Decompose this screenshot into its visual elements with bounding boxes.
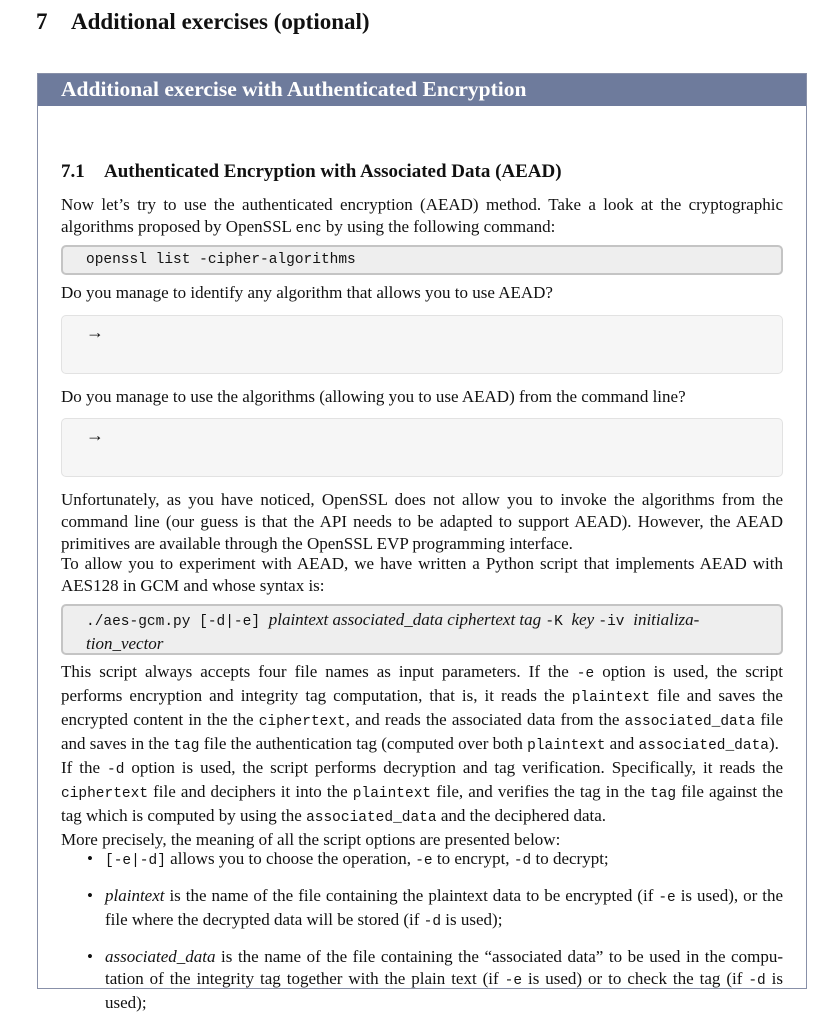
section-number: 7 <box>36 9 48 34</box>
description-paragraph: This script always accepts four file nam… <box>61 662 784 849</box>
intro-paragraph: Now let’s try to use the authenticated e… <box>61 194 783 240</box>
question-1: Do you manage to identify any algorithm … <box>61 283 553 302</box>
paragraph-unfortunately: Unfortunately, as you have noticed, Open… <box>61 490 783 553</box>
section-heading: 7 Additional exercises (optional) <box>36 6 370 38</box>
subsection-number: 7.1 <box>61 161 85 182</box>
command-text: openssl list -cipher-algorithms <box>86 252 356 268</box>
paragraph-allow: To allow you to experiment with AEAD, we… <box>61 554 783 595</box>
intro-code-enc: enc <box>295 221 322 237</box>
section-title: Additional exercises (optional) <box>71 9 370 34</box>
subsection-title: Authenticated Encryption with Associated… <box>104 161 562 182</box>
bullet: • <box>87 886 93 905</box>
question-2: Do you manage to use the algorithms (all… <box>61 387 686 406</box>
exercise-box-title: Additional exercise with Authenticated E… <box>38 74 806 106</box>
exercise-box: Additional exercise with Authenticated E… <box>37 73 807 1012</box>
answer-box-1[interactable]: → <box>61 315 783 374</box>
syntax-command: ./aes-gcm.py [-d|-e] <box>86 614 269 630</box>
list-item: • [-e|-d] allows you to choose the operat… <box>87 849 609 869</box>
syntax-iv-2: tion_vector <box>86 634 164 653</box>
answer-box-2[interactable]: → <box>61 418 783 477</box>
intro-text-2: by using the following command: <box>321 217 556 236</box>
list-item: • associated_data is the name of the file… <box>87 947 784 1012</box>
arrow-icon: → <box>86 425 104 445</box>
options-list: • [-e|-d] allows you to choose the operat… <box>61 848 783 1027</box>
syntax-code-box[interactable]: ./aes-gcm.py [-d|-e] plaintext associate… <box>61 604 783 655</box>
bullet: • <box>87 849 93 868</box>
command-code-box[interactable]: openssl list -cipher-algorithms <box>61 245 783 275</box>
arrow-icon: → <box>86 322 104 342</box>
list-item: • plaintext is the name of the file conta… <box>87 886 783 930</box>
syntax-iv-option: -iv <box>598 614 634 630</box>
subsection-heading: 7.1 Authenticated Encryption with Associa… <box>61 160 562 184</box>
bullet: • <box>87 947 93 966</box>
syntax-key: key <box>571 610 599 629</box>
syntax-k-option: -K <box>545 614 572 630</box>
syntax-text: ./aes-gcm.py [-d|-e] plaintext associate… <box>86 609 766 654</box>
syntax-args: plaintext associated_data ciphertext tag <box>268 610 546 629</box>
syntax-iv-1: initializa- <box>633 610 700 629</box>
